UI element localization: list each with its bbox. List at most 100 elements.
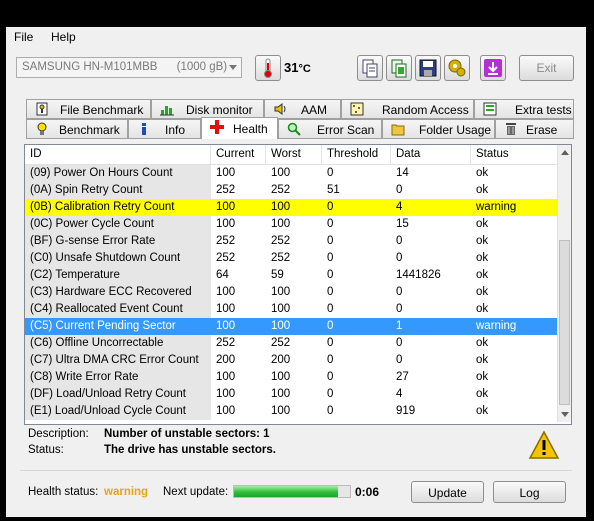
table-row[interactable]: (C3) Hardware ECC Recovered 100 100 0 0 ok [25, 284, 558, 301]
table-cell: 100 [266, 318, 322, 335]
menu-help[interactable]: Help [51, 30, 76, 44]
table-cell: ok [476, 269, 489, 281]
table-cell: (C5) Current Pending Sector [25, 318, 211, 335]
table-cell: ok [476, 405, 489, 417]
exit-button[interactable]: Exit [519, 55, 574, 81]
copy-all-button[interactable] [386, 55, 412, 81]
table-cell: 0 [327, 405, 334, 417]
table-cell: 0 [327, 167, 334, 179]
column-header-data[interactable]: Data [391, 145, 471, 164]
scroll-up-icon[interactable] [561, 150, 569, 155]
temperature-value: 31 [284, 60, 299, 75]
thermometer-button[interactable] [255, 55, 281, 81]
table-row[interactable]: (C5) Current Pending Sector 100 100 0 1 warni… [25, 318, 558, 335]
health-cross-icon [210, 120, 224, 134]
table-cell: (C0) Unsafe Shutdown Count [25, 250, 211, 267]
tab-label: Error Scan [317, 123, 375, 137]
table-row[interactable]: (C2) Temperature 64 59 0 1441826 ok [25, 267, 558, 284]
tab-file-benchmark[interactable]: File Benchmark [26, 99, 151, 119]
table-row[interactable]: (BF) G-sense Error Rate 252 252 0 0 ok [25, 233, 558, 250]
column-header-id[interactable]: ID [25, 145, 211, 164]
table-cell: 0 [327, 388, 334, 400]
table-cell: 0 [327, 235, 334, 247]
table-cell: (C4) Reallocated Event Count [25, 301, 211, 318]
speaker-icon [274, 103, 286, 115]
health-status-value: warning [104, 486, 149, 498]
table-cell: ok [476, 184, 489, 196]
tab-folder-usage[interactable]: Folder Usage [382, 119, 495, 139]
table-row[interactable]: (C6) Offline Uncorrectable 252 252 0 0 ok [25, 335, 558, 352]
thermometer-icon [264, 58, 272, 78]
table-row[interactable]: (DF) Load/Unload Retry Count 100 100 0 4 ok [25, 386, 558, 403]
table-cell: ok [476, 167, 489, 179]
table-cell: ok [476, 337, 489, 349]
table-row[interactable]: (C4) Reallocated Event Count 100 100 0 0 ok [25, 301, 558, 318]
table-cell: 64 [216, 269, 229, 281]
table-row[interactable]: (0A) Spin Retry Count 252 252 51 0 ok [25, 182, 558, 199]
tab-aam[interactable]: AAM [264, 99, 341, 119]
table-cell: 100 [271, 303, 291, 315]
vertical-scrollbar[interactable] [557, 145, 571, 422]
table-row[interactable]: (09) Power On Hours Count 100 100 0 14 ok [25, 165, 558, 182]
tab-label: Folder Usage [419, 123, 492, 137]
table-cell: 200 [271, 354, 291, 366]
log-button[interactable]: Log [493, 481, 566, 503]
health-status-label: Health status: [28, 486, 99, 498]
table-cell: 0 [327, 371, 334, 383]
table-cell: ok [476, 218, 489, 230]
table-row[interactable]: (0C) Power Cycle Count 100 100 0 15 ok [25, 216, 558, 233]
table-cell: 0 [327, 269, 334, 281]
trash-icon [506, 123, 516, 135]
table-cell: 252 [216, 252, 236, 264]
table-cell: 919 [396, 405, 416, 417]
table-cell: ok [476, 286, 489, 298]
table-row[interactable]: (C8) Write Error Rate 100 100 0 27 ok [25, 369, 558, 386]
menu-file[interactable]: File [14, 30, 33, 44]
scroll-down-icon[interactable] [561, 412, 569, 417]
tab-random-access[interactable]: Random Access [341, 99, 474, 119]
table-cell: 51 [327, 184, 340, 196]
column-header-threshold[interactable]: Threshold [322, 145, 391, 164]
table-cell: 100 [216, 218, 236, 230]
table-cell: (0C) Power Cycle Count [25, 216, 211, 233]
table-cell: 100 [216, 286, 236, 298]
table-cell: 0 [396, 252, 403, 264]
smart-attribute-table[interactable]: ID Current Worst Threshold Data Status (… [24, 144, 572, 425]
table-cell: 252 [216, 337, 236, 349]
copy-button[interactable] [357, 55, 383, 81]
column-header-worst[interactable]: Worst [266, 145, 322, 164]
tab-label: Health [233, 122, 268, 136]
tab-info[interactable]: Info [128, 119, 201, 139]
tab-disk-monitor[interactable]: Disk monitor [151, 99, 264, 119]
drive-select[interactable]: SAMSUNG HN-M101MBB (1000 gB) [16, 57, 242, 78]
scroll-thumb[interactable] [559, 240, 570, 405]
table-cell: 0 [396, 337, 403, 349]
table-cell: 1 [391, 318, 471, 335]
table-row[interactable]: (C7) Ultra DMA CRC Error Count 200 200 0 0 ok [25, 352, 558, 369]
tab-extra-tests[interactable]: Extra tests [474, 99, 574, 119]
table-cell: 0 [327, 354, 334, 366]
table-cell: 0 [396, 184, 403, 196]
download-button[interactable] [480, 55, 506, 81]
table-cell: (E1) Load/Unload Cycle Count [25, 403, 211, 420]
table-row[interactable]: (0B) Calibration Retry Count 100 100 0 4 warn… [25, 199, 558, 216]
table-cell: 252 [216, 235, 236, 247]
tab-label: Benchmark [59, 123, 120, 137]
info-icon [142, 123, 146, 135]
tab-erase[interactable]: Erase [495, 119, 574, 139]
tab-benchmark[interactable]: Benchmark [26, 119, 128, 139]
table-cell: 0 [396, 286, 403, 298]
tab-label: AAM [301, 103, 328, 117]
table-cell: 100 [271, 218, 291, 230]
table-cell: 100 [211, 318, 266, 335]
column-header-status[interactable]: Status [471, 145, 558, 164]
table-row[interactable]: (E1) Load/Unload Cycle Count 100 100 0 919 ok [25, 403, 558, 420]
column-header-current[interactable]: Current [211, 145, 266, 164]
options-button[interactable] [444, 55, 470, 81]
tab-health[interactable]: Health [201, 117, 278, 139]
table-row[interactable]: (C0) Unsafe Shutdown Count 252 252 0 0 ok [25, 250, 558, 267]
tab-error-scan[interactable]: Error Scan [278, 119, 382, 139]
update-button[interactable]: Update [411, 481, 484, 503]
save-button[interactable] [415, 55, 441, 81]
table-cell: ok [476, 388, 489, 400]
